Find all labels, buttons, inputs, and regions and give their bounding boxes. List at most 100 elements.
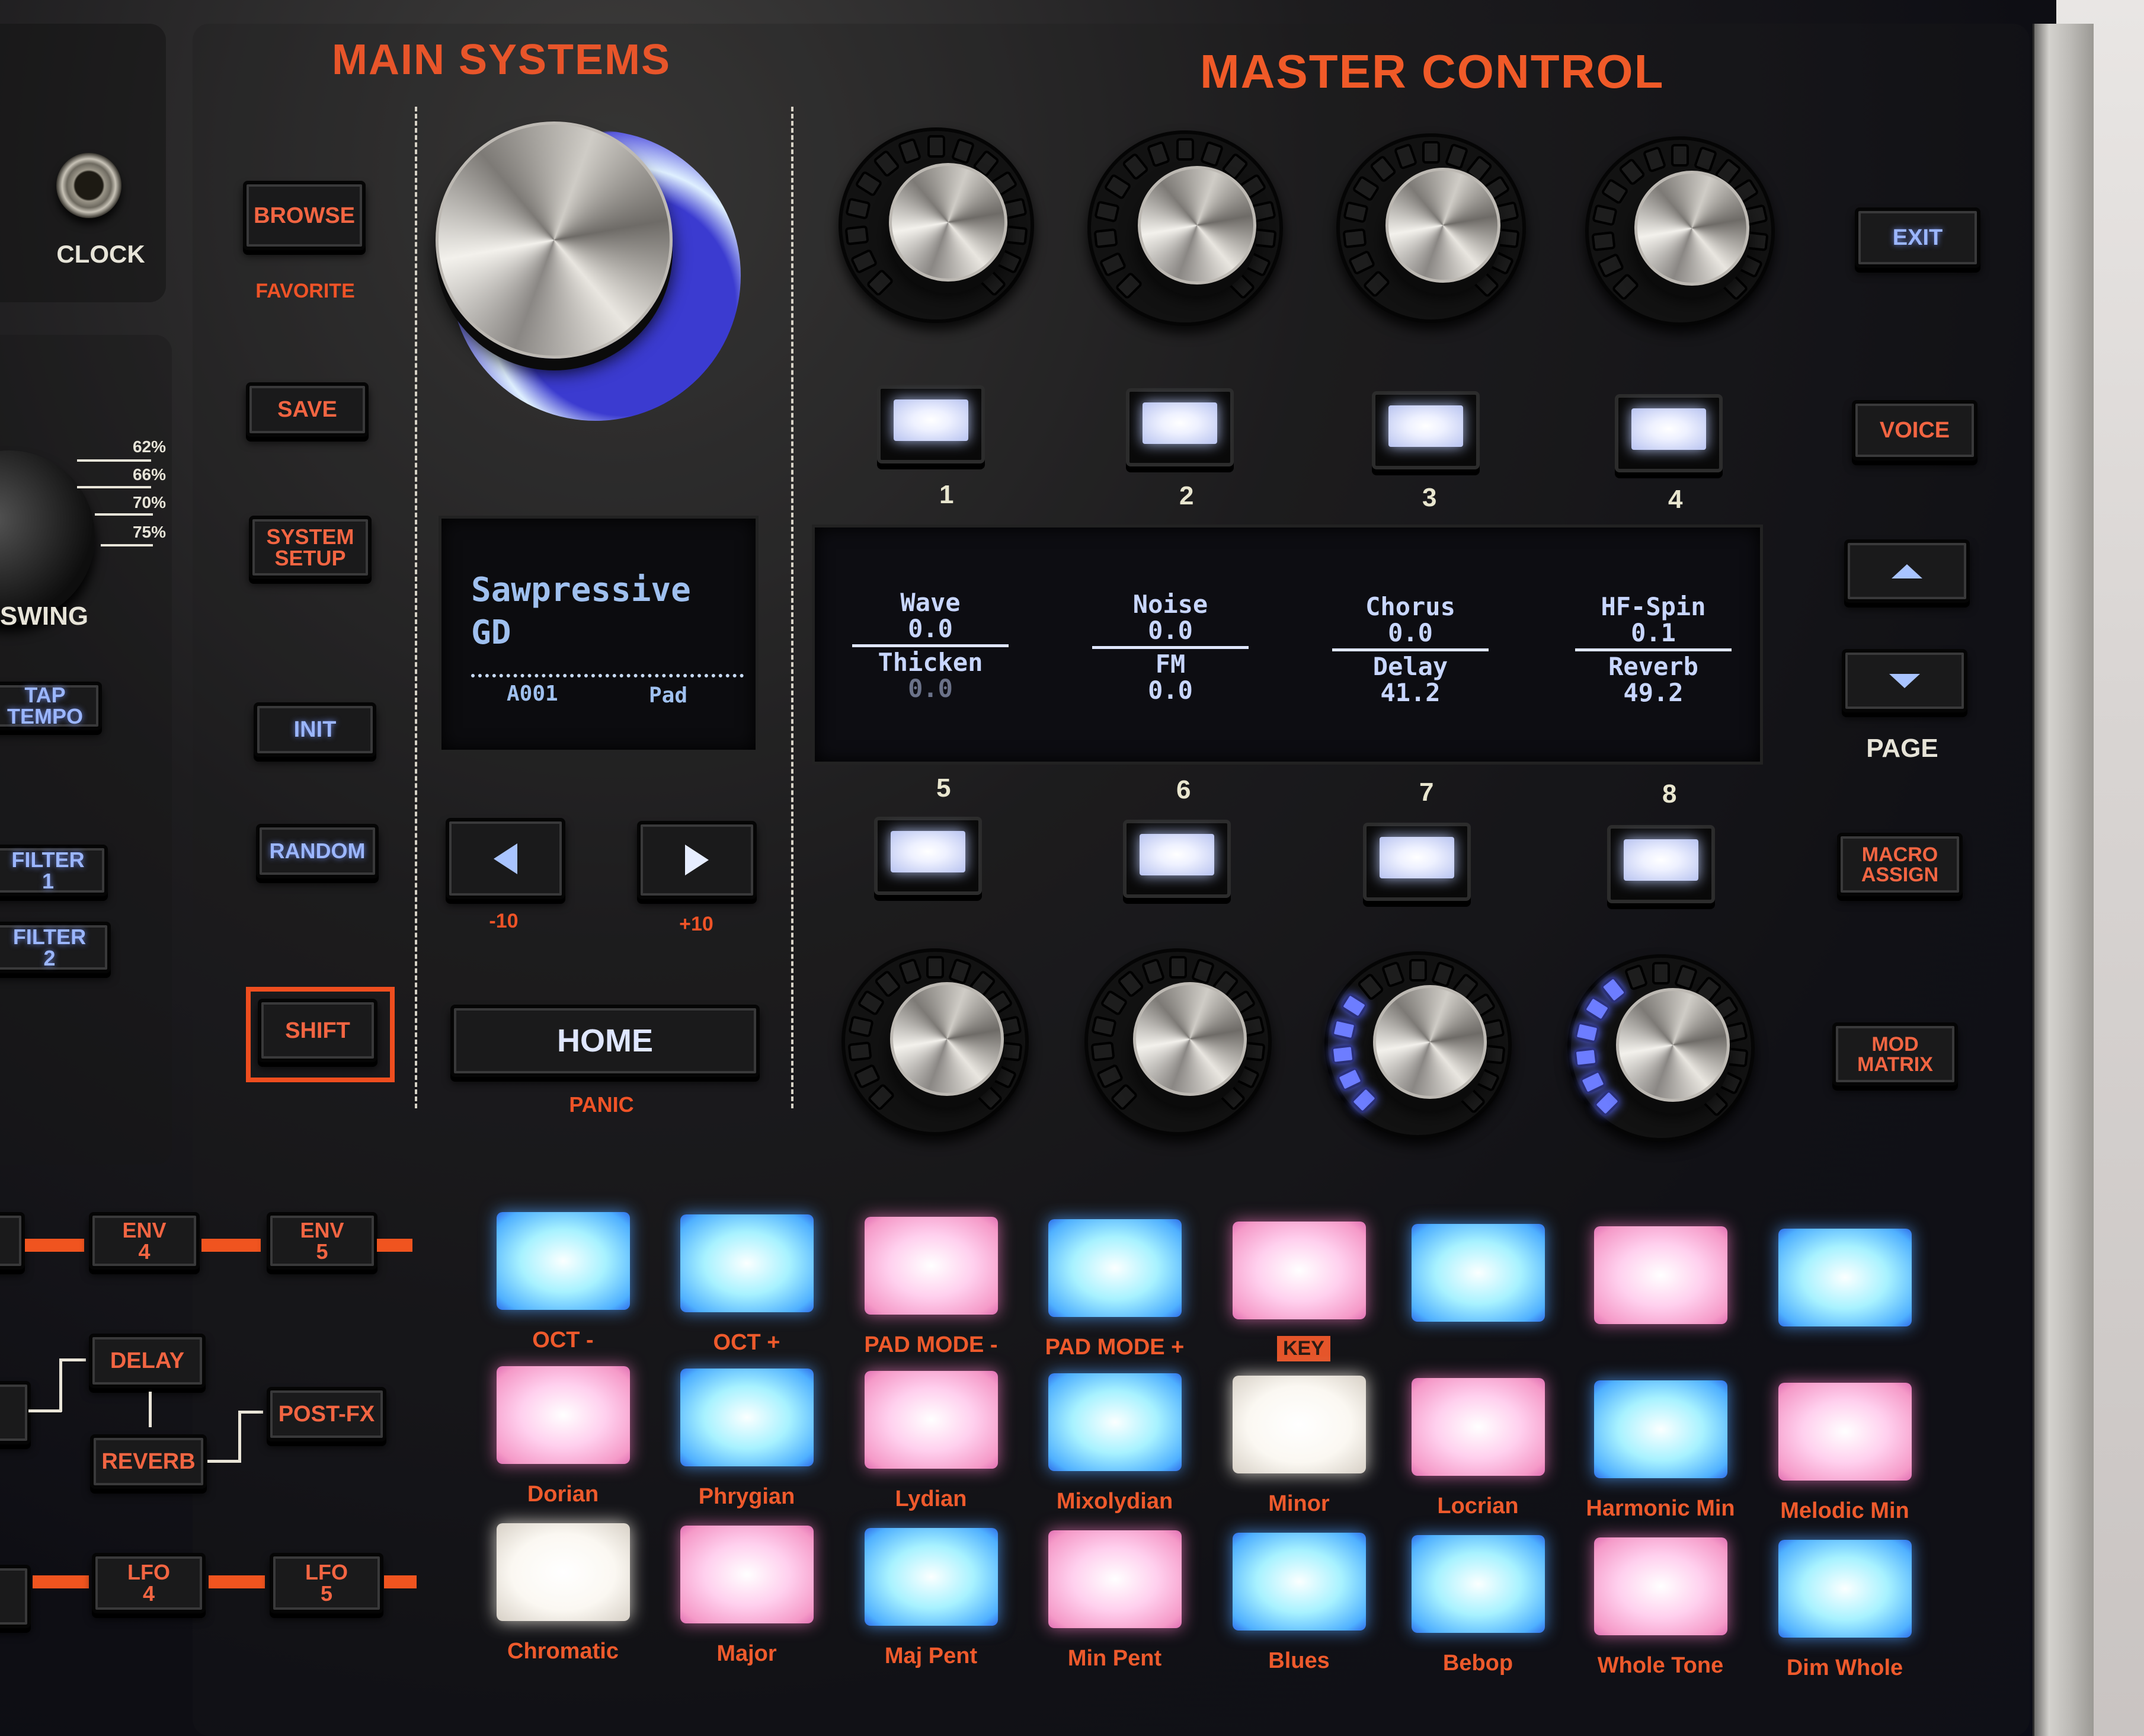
post-fx-button[interactable]: POST-FX: [267, 1387, 386, 1441]
knob-cap[interactable]: [1373, 985, 1487, 1099]
tap-tempo-button[interactable]: TAP TEMPO: [0, 682, 102, 730]
patch-category: Pad: [649, 683, 688, 708]
page-up-button[interactable]: [1844, 539, 1970, 603]
section-divider: [791, 107, 793, 1108]
macro-number-7: 7: [1419, 778, 1434, 807]
macro-knob-2[interactable]: [1087, 130, 1283, 326]
reverb-button[interactable]: REVERB: [90, 1434, 207, 1489]
macro-select-button-2[interactable]: [1126, 388, 1234, 466]
pad-r2-c3[interactable]: [865, 1371, 998, 1469]
macro-knob-6[interactable]: [1084, 948, 1272, 1136]
led-segment: [1671, 144, 1689, 167]
next-button[interactable]: [637, 821, 757, 899]
macro-knob-3[interactable]: [1336, 133, 1526, 323]
mod-matrix-button[interactable]: MOD MATRIX: [1832, 1022, 1958, 1086]
pad-r3-c1[interactable]: [497, 1523, 630, 1621]
prev-shift-label: -10: [489, 910, 519, 932]
macro-param-2: Noise 0.0 FM 0.0: [1087, 592, 1253, 704]
prev-button[interactable]: [446, 818, 565, 899]
pad-r1-c4[interactable]: [1048, 1219, 1182, 1317]
pad-r1-c2[interactable]: [680, 1214, 814, 1312]
pad-r2-c2[interactable]: [680, 1369, 814, 1466]
pad-r2-c6[interactable]: [1412, 1378, 1545, 1476]
pad-label: Min Pent: [1067, 1646, 1162, 1671]
knob-cap[interactable]: [1138, 166, 1256, 284]
lfo3-button[interactable]: [0, 1565, 31, 1628]
knob-cap[interactable]: [1133, 982, 1247, 1096]
pad-label: Maj Pent: [884, 1644, 978, 1668]
filter1-button[interactable]: FILTER 1: [0, 845, 108, 896]
pad-r1-c3[interactable]: [865, 1217, 998, 1315]
macro-knob-1[interactable]: [839, 127, 1034, 323]
main-encoder-knob[interactable]: [436, 122, 673, 359]
pad-r1-c5[interactable]: [1233, 1222, 1366, 1319]
exit-button[interactable]: EXIT: [1855, 207, 1980, 268]
macro-select-button-5[interactable]: [874, 817, 982, 895]
lfo4-button[interactable]: LFO 4: [92, 1553, 206, 1613]
led-segment: [1003, 225, 1028, 246]
pad-r2-c1[interactable]: [497, 1366, 630, 1464]
pad-r2-c5[interactable]: [1233, 1376, 1366, 1473]
browse-button[interactable]: BROWSE: [243, 181, 366, 250]
pad-r2-c8[interactable]: [1778, 1383, 1912, 1481]
voice-button[interactable]: VOICE: [1852, 400, 1977, 461]
routing-wire: [238, 1411, 263, 1414]
filter2-button[interactable]: FILTER 2: [0, 922, 111, 973]
knob-cap[interactable]: [890, 982, 1004, 1096]
macro-select-button-7[interactable]: [1363, 823, 1471, 901]
macro-knob-7[interactable]: [1324, 951, 1512, 1139]
macro-select-button-8[interactable]: [1607, 825, 1715, 903]
shift-button[interactable]: SHIFT: [258, 999, 377, 1062]
pad-label: Lydian: [895, 1486, 967, 1511]
pad-r1-c1[interactable]: [497, 1212, 630, 1310]
macro-select-button-3[interactable]: [1372, 391, 1480, 469]
macro-assign-button[interactable]: MACRO ASSIGN: [1837, 833, 1963, 896]
pad-r2-c7[interactable]: [1594, 1380, 1727, 1478]
knob-cap[interactable]: [1385, 168, 1500, 283]
right-triangle-icon: [685, 845, 709, 875]
favorite-shift-label: FAVORITE: [255, 280, 355, 302]
lfo5-button[interactable]: LFO 5: [270, 1553, 383, 1613]
macro-select-button-6[interactable]: [1123, 820, 1231, 898]
pad-r3-c2[interactable]: [680, 1526, 814, 1623]
macro-display: Wave 0.0 Thicken 0.0 Noise 0.0 FM 0.0 Ch…: [812, 525, 1763, 765]
knob-cap[interactable]: [1616, 988, 1730, 1102]
pad-r3-c7[interactable]: [1594, 1537, 1727, 1635]
home-button[interactable]: HOME: [450, 1005, 760, 1077]
save-button[interactable]: SAVE: [246, 382, 369, 437]
env3-button[interactable]: [0, 1212, 25, 1270]
param-name: HF-Spin: [1601, 592, 1706, 621]
pad-r1-c7[interactable]: [1594, 1226, 1727, 1324]
macro-param-1: Wave 0.0 Thicken 0.0: [847, 590, 1013, 702]
pad-r3-c5[interactable]: [1233, 1533, 1366, 1631]
fx-source-button[interactable]: [0, 1381, 31, 1444]
pad-r3-c6[interactable]: [1412, 1535, 1545, 1633]
pad-r2-c4[interactable]: [1048, 1373, 1182, 1471]
macro-select-button-4[interactable]: [1615, 394, 1723, 472]
led-segment: [1409, 959, 1427, 982]
swing-scale-75: 75%: [132, 523, 166, 541]
param-name: Reverb: [1608, 652, 1698, 681]
routing-wire: [238, 1411, 241, 1463]
delay-button[interactable]: DELAY: [89, 1334, 206, 1388]
random-button[interactable]: RANDOM: [256, 824, 379, 878]
pad-r3-c8[interactable]: [1778, 1540, 1912, 1638]
macro-select-button-1[interactable]: [877, 385, 985, 463]
page-down-button[interactable]: [1842, 649, 1967, 712]
clock-jack[interactable]: [56, 153, 121, 218]
param-name: FM: [1155, 650, 1186, 679]
macro-knob-4[interactable]: [1585, 136, 1775, 326]
system-setup-button[interactable]: SYSTEM SETUP: [249, 516, 372, 579]
led-segment: [1573, 1047, 1598, 1068]
knob-cap[interactable]: [889, 163, 1007, 282]
macro-knob-5[interactable]: [841, 948, 1029, 1136]
pad-r1-c6[interactable]: [1412, 1224, 1545, 1322]
knob-cap[interactable]: [1634, 171, 1749, 286]
macro-knob-8[interactable]: [1567, 954, 1755, 1142]
pad-r3-c3[interactable]: [865, 1528, 998, 1626]
env5-button[interactable]: ENV 5: [267, 1212, 377, 1270]
pad-r1-c8[interactable]: [1778, 1229, 1912, 1326]
pad-r3-c4[interactable]: [1048, 1530, 1182, 1628]
env4-button[interactable]: ENV 4: [89, 1212, 200, 1270]
init-button[interactable]: INIT: [254, 702, 376, 757]
